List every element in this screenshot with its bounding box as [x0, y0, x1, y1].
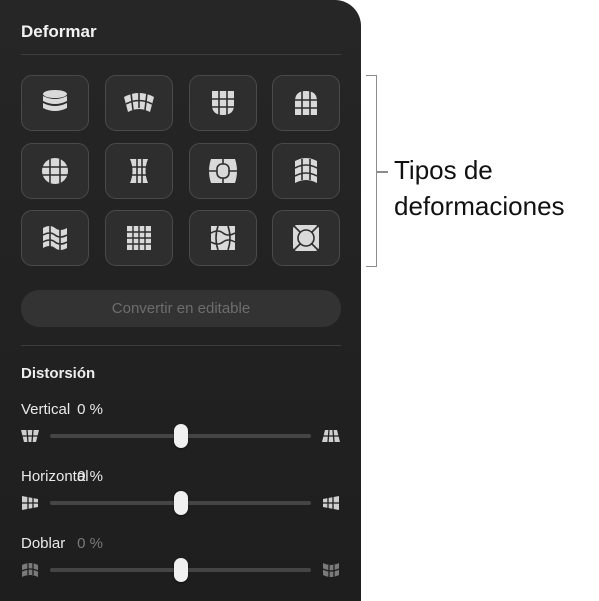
- horizontal-slider-track[interactable]: [50, 491, 311, 515]
- flag-left-warp-icon: [294, 158, 318, 183]
- vertical-slider-track[interactable]: [50, 424, 311, 448]
- grid-warp-button[interactable]: [105, 210, 173, 266]
- divider: [21, 54, 341, 55]
- arc-warp-button[interactable]: [105, 75, 173, 131]
- vertical-min-icon: [21, 429, 39, 443]
- divider: [21, 345, 341, 346]
- bend-min-icon: [21, 563, 39, 577]
- bowl-warp-icon: [212, 91, 234, 115]
- horizontal-min-icon: [22, 496, 38, 510]
- vertical-slider-thumb[interactable]: [173, 424, 188, 448]
- warp-types-callout: Tipos de deformaciones: [394, 152, 565, 224]
- warp-panel: Deformar Convertir en editable Distorsió…: [0, 0, 361, 601]
- vertical-slider-label: Vertical: [21, 401, 71, 418]
- arch-warp-icon: [295, 91, 317, 115]
- warp-types-bracket: [366, 75, 377, 267]
- arch-warp-button[interactable]: [272, 75, 340, 131]
- twist-warp-icon: [210, 225, 236, 251]
- horizontal-slider-thumb[interactable]: [173, 491, 188, 515]
- pinch-warp-icon: [130, 159, 148, 183]
- bulge-warp-icon: [209, 159, 237, 183]
- bend-slider-label: Doblar: [21, 535, 66, 552]
- grid-warp-icon: [127, 226, 151, 250]
- wave-warp-icon: [42, 226, 68, 250]
- vertical-slider-value: 0 %: [77, 401, 103, 418]
- callout-line-2: deformaciones: [394, 191, 565, 221]
- wave-warp-button[interactable]: [21, 210, 89, 266]
- panel-title: Deformar: [21, 22, 97, 41]
- pinch-warp-button[interactable]: [105, 143, 173, 199]
- twist-warp-button[interactable]: [189, 210, 257, 266]
- cylinder-warp-icon: [43, 90, 67, 111]
- horizontal-slider-value: 0 %: [77, 468, 103, 485]
- vertical-max-icon: [322, 429, 340, 443]
- fisheye-warp-icon: [292, 224, 320, 252]
- sphere-warp-button[interactable]: [21, 143, 89, 199]
- distortion-section-title: Distorsión: [21, 365, 96, 382]
- bend-max-icon: [322, 563, 340, 577]
- bracket-pointer: [377, 171, 388, 173]
- arc-warp-icon: [124, 91, 154, 112]
- horizontal-max-icon: [323, 496, 339, 510]
- cylinder-warp-button[interactable]: [21, 75, 89, 131]
- bend-slider-thumb[interactable]: [173, 558, 188, 582]
- bowl-warp-button[interactable]: [189, 75, 257, 131]
- bulge-warp-button[interactable]: [189, 143, 257, 199]
- flag-left-warp-button[interactable]: [272, 143, 340, 199]
- bend-slider-value: 0 %: [77, 535, 103, 552]
- bend-slider-track[interactable]: [50, 558, 311, 582]
- convert-to-editable-button[interactable]: Convertir en editable: [21, 290, 341, 327]
- sphere-warp-icon: [42, 158, 68, 184]
- callout-line-1: Tipos de: [394, 155, 493, 185]
- fisheye-warp-button[interactable]: [272, 210, 340, 266]
